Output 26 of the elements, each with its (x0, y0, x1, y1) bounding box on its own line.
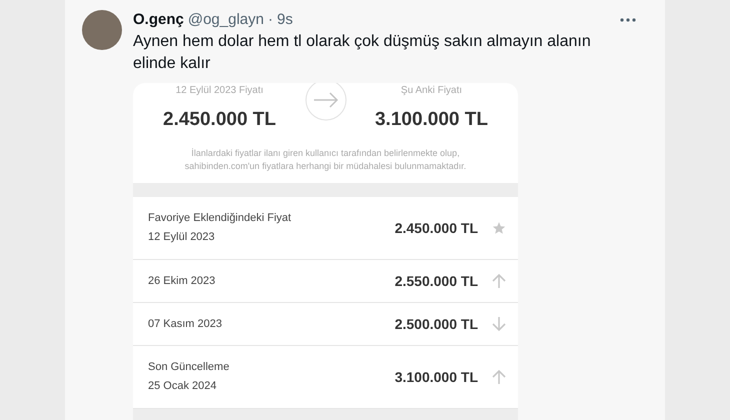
more-icon[interactable] (620, 18, 636, 22)
row-price: 2.450.000 TL (394, 220, 478, 236)
row-price: 3.100.000 TL (394, 369, 478, 385)
disclaimer-text: İlanlardaki fiyatlar ilanı giren kullanıcı tarafından belirlenmekte olup, sahibinden.com'un fiyatlara herhangi bir müdahalesi bulunmamaktadır. (133, 139, 518, 183)
row-title: Favoriye Eklendiğindeki Fiyat (148, 211, 292, 226)
arrow-up-icon (492, 369, 506, 385)
user-name[interactable]: O.genç (133, 11, 184, 28)
user-handle[interactable]: @og_glayn (188, 11, 264, 28)
row-price: 2.550.000 TL (394, 273, 478, 289)
price-value: 3.100.000 TL (374, 109, 488, 131)
row-date: 26 Ekim 2023 (148, 274, 216, 288)
row-date: 25 Ocak 2024 (148, 379, 218, 394)
price-value: 2.450.000 TL (163, 109, 276, 131)
arrow-down-icon (492, 316, 506, 332)
arrow-up-icon (492, 273, 506, 289)
price-label: Şu Anki Fiyatı (400, 85, 464, 96)
separator: · (268, 11, 273, 28)
row-date: 07 Kasım 2023 (148, 316, 223, 332)
star-icon (492, 221, 506, 235)
row-title: Son Güncelleme (148, 360, 230, 375)
row-date: 12 Eylül 2023 (148, 230, 216, 245)
avatar[interactable] (82, 10, 122, 50)
row-price: 2.500.000 TL (394, 316, 478, 332)
tweet-time[interactable]: 9s (276, 11, 293, 28)
price-label: 12 Eylül 2023 Fiyatı (174, 85, 264, 96)
tweet-text: Aynen hem dolar hem tl olarak çok düşmüş sakın almayın alanın elinde kalır (133, 32, 592, 74)
